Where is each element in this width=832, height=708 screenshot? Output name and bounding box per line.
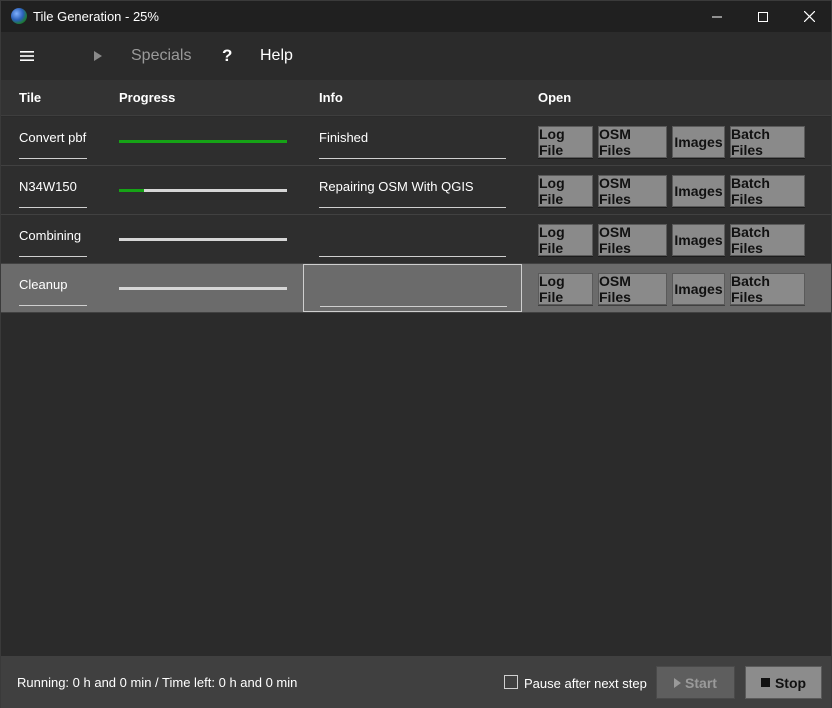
close-icon	[803, 11, 815, 22]
status-footer: Running: 0 h and 0 min / Time left: 0 h …	[1, 656, 831, 708]
batch-files-button[interactable]: Batch Files	[730, 126, 805, 158]
progress-fill	[119, 189, 145, 192]
help-menu[interactable]: Help	[260, 47, 293, 65]
log-file-button[interactable]: Log File	[538, 175, 593, 207]
window-title: Tile Generation - 25%	[33, 9, 159, 24]
progress-bar	[119, 238, 287, 241]
info-cell	[303, 215, 522, 263]
table-row[interactable]: N34W150 Repairing OSM With QGIS Log File OS…	[1, 166, 831, 215]
close-button[interactable]	[786, 1, 832, 32]
play-icon[interactable]	[94, 49, 106, 63]
info-text	[319, 228, 506, 257]
tile-name: N34W150	[19, 179, 87, 208]
info-text	[320, 278, 507, 307]
osm-files-button[interactable]: OSM Files	[598, 273, 667, 305]
help-icon[interactable]: ?	[222, 46, 232, 66]
hamburger-icon	[20, 51, 34, 61]
menu-bar: Specials ? Help	[1, 32, 831, 80]
images-button[interactable]: Images	[672, 273, 725, 305]
info-cell: Repairing OSM With QGIS	[303, 166, 522, 214]
time-status: Running: 0 h and 0 min / Time left: 0 h …	[17, 675, 298, 690]
log-file-button[interactable]: Log File	[538, 126, 593, 158]
batch-files-button[interactable]: Batch Files	[730, 224, 805, 256]
progress-bar	[119, 140, 287, 143]
minimize-icon	[712, 16, 722, 17]
hamburger-menu-button[interactable]	[15, 46, 39, 66]
progress-bar	[119, 287, 287, 290]
column-header-progress: Progress	[119, 90, 176, 105]
title-bar[interactable]: Tile Generation - 25%	[1, 1, 831, 32]
table-header: Tile Progress Info Open	[1, 80, 831, 116]
osm-files-button[interactable]: OSM Files	[598, 224, 667, 256]
info-text: Finished	[319, 130, 506, 159]
osm-files-button[interactable]: OSM Files	[598, 126, 667, 158]
stop-button[interactable]: Stop	[745, 666, 822, 699]
stop-icon	[760, 678, 770, 687]
batch-files-button[interactable]: Batch Files	[730, 175, 805, 207]
batch-files-button[interactable]: Batch Files	[730, 273, 805, 305]
play-icon	[674, 677, 682, 688]
main-window: Tile Generation - 25% Specials ? Help Ti…	[0, 0, 832, 708]
images-button[interactable]: Images	[672, 126, 725, 158]
pause-checkbox-label[interactable]: Pause after next step	[524, 676, 647, 691]
log-file-button[interactable]: Log File	[538, 224, 593, 256]
pause-checkbox[interactable]	[504, 675, 518, 689]
progress-fill	[119, 140, 287, 143]
start-button[interactable]: Start	[656, 666, 735, 699]
info-text: Repairing OSM With QGIS	[319, 179, 506, 208]
column-header-open: Open	[538, 90, 572, 105]
specials-menu[interactable]: Specials	[131, 47, 191, 65]
log-file-button[interactable]: Log File	[538, 273, 593, 305]
info-cell: Finished	[303, 117, 522, 165]
images-button[interactable]: Images	[672, 224, 725, 256]
globe-icon	[11, 8, 27, 24]
column-header-info: Info	[319, 90, 343, 105]
progress-bar	[119, 189, 287, 192]
minimize-button[interactable]	[694, 1, 740, 32]
start-button-label: Start	[685, 674, 717, 691]
column-header-tile: Tile	[19, 90, 42, 105]
maximize-icon	[758, 11, 768, 22]
osm-files-button[interactable]: OSM Files	[598, 175, 667, 207]
tile-name: Convert pbf	[19, 130, 87, 159]
stop-button-label: Stop	[774, 674, 807, 691]
tile-name: Cleanup	[19, 277, 87, 306]
info-cell	[303, 264, 522, 312]
table-row[interactable]: Combining Log File OSM Files Images Batch Fi…	[1, 215, 831, 264]
tile-name: Combining	[19, 228, 87, 257]
table-row[interactable]: Cleanup Log File OSM Files Images Batch File…	[1, 264, 831, 313]
table-row[interactable]: Convert pbf Finished Log File OSM Files Imag…	[1, 117, 831, 166]
images-button[interactable]: Images	[672, 175, 725, 207]
maximize-button[interactable]	[740, 1, 786, 32]
